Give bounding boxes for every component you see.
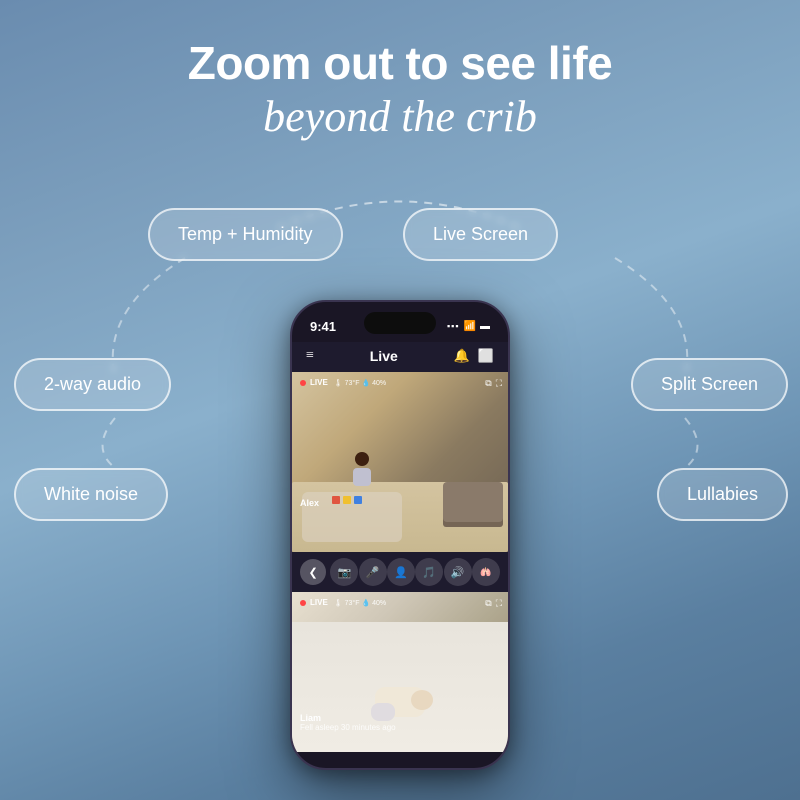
dynamic-island — [364, 312, 436, 334]
phone-body: 9:41 ▪▪▪ 📶 ▬ ≡ Live 🔔 ⬜ — [290, 300, 510, 770]
liam-name: Liam — [300, 713, 396, 723]
app-title: Live — [370, 348, 398, 364]
baby-head — [411, 690, 433, 710]
camera-button[interactable]: 📷 — [330, 558, 358, 586]
signal-icon: ▪▪▪ — [447, 321, 460, 331]
person-figure — [347, 452, 377, 497]
status-icons: ▪▪▪ 📶 ▬ — [447, 321, 490, 332]
mic-icon: 🎤 — [366, 566, 380, 579]
status-time: 9:41 — [310, 319, 336, 334]
feed-overlay-alex: LIVE 🌡 73°F 💧 40% — [300, 378, 500, 387]
feed-camera-icons-1: ⧉ ⛶ — [485, 378, 502, 389]
person-button[interactable]: 👤 — [387, 558, 415, 586]
lung-icon: 🫁 — [480, 567, 491, 578]
badge-2way-audio: 2-way audio — [14, 358, 171, 411]
menu-icon[interactable]: ≡ — [306, 348, 314, 364]
person-torso — [353, 468, 371, 486]
alex-name: Alex — [300, 498, 319, 508]
camera-feed-alex: LIVE 🌡 73°F 💧 40% ⧉ ⛶ Alex — [292, 372, 508, 552]
bell-icon[interactable]: 🔔 — [454, 348, 470, 364]
feed-overlay-liam: LIVE 🌡 73°F 💧 40% — [300, 598, 500, 607]
fullscreen-icon-2[interactable]: ⛶ — [496, 598, 502, 609]
badge-lullabies: Lullabies — [657, 468, 788, 521]
temp-value-2: 73°F — [345, 600, 360, 607]
phone-mockup: 9:41 ▪▪▪ 📶 ▬ ≡ Live 🔔 ⬜ — [290, 300, 510, 770]
fullscreen-icon-1[interactable]: ⛶ — [496, 378, 502, 389]
controls-bar: ❮ 📷 🎤 👤 🎵 🔊 🫁 — [292, 552, 508, 592]
wifi-icon: 📶 — [464, 321, 476, 332]
arrow-left-icon: ❮ — [309, 566, 318, 579]
badge-temp-humidity: Temp + Humidity — [148, 208, 343, 261]
toy-block-1 — [332, 496, 340, 504]
person-icon: 👤 — [394, 566, 408, 579]
humidity-value-1: 40% — [372, 380, 386, 387]
back-button[interactable]: ❮ — [300, 559, 326, 585]
humidity-icon-1: 💧 — [361, 380, 370, 387]
music-icon: 🎵 — [422, 566, 436, 579]
feed-info-2: 🌡 73°F 💧 40% — [334, 599, 386, 607]
volume-button[interactable]: 🔊 — [444, 558, 472, 586]
live-dot-1 — [300, 380, 306, 386]
couch — [443, 482, 503, 522]
pip-icon-2[interactable]: ⧉ — [485, 598, 491, 609]
feed-info-1: 🌡 73°F 💧 40% — [334, 379, 386, 387]
temp-value-1: 73°F — [345, 380, 360, 387]
humidity-icon-2: 💧 — [361, 600, 370, 607]
humidity-value-2: 40% — [372, 600, 386, 607]
person-head — [355, 452, 369, 466]
toy-block-3 — [354, 496, 362, 504]
headline-main: Zoom out to see life — [0, 38, 800, 89]
music-button[interactable]: 🎵 — [415, 558, 443, 586]
camera-icon: 📷 — [338, 566, 352, 579]
volume-icon: 🔊 — [451, 566, 465, 579]
pip-icon-1[interactable]: ⧉ — [485, 378, 491, 389]
liam-status: Fell asleep 30 minutes ago — [300, 723, 396, 732]
badge-live-screen: Live Screen — [403, 208, 558, 261]
headline-area: Zoom out to see life beyond the crib — [0, 0, 800, 142]
headline-italic: beyond the crib — [0, 91, 800, 142]
app-header: ≡ Live 🔔 ⬜ — [292, 342, 508, 372]
camera-feed-liam: LIVE 🌡 73°F 💧 40% ⧉ ⛶ Liam Fell asleep 3… — [292, 592, 508, 752]
mic-button[interactable]: 🎤 — [359, 558, 387, 586]
battery-icon: ▬ — [480, 321, 490, 332]
live-dot-2 — [300, 600, 306, 606]
live-label-1: LIVE — [310, 378, 328, 387]
live-label-2: LIVE — [310, 598, 328, 607]
temp-icon-2: 🌡 — [334, 600, 343, 607]
badge-split-screen: Split Screen — [631, 358, 788, 411]
toy-area — [332, 496, 362, 504]
app-header-icons: 🔔 ⬜ — [454, 348, 494, 364]
liam-info: Liam Fell asleep 30 minutes ago — [300, 713, 396, 732]
lung-button[interactable]: 🫁 — [472, 558, 500, 586]
stop-icon[interactable]: ⬜ — [478, 348, 494, 364]
feed-camera-icons-2: ⧉ ⛶ — [485, 598, 502, 609]
temp-icon-1: 🌡 — [334, 380, 343, 387]
badge-white-noise: White noise — [14, 468, 168, 521]
toy-block-2 — [343, 496, 351, 504]
